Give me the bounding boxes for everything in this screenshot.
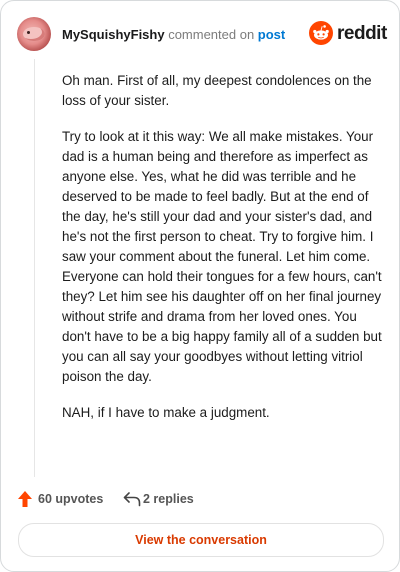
comment-footer: 60 upvotes 2 replies: [17, 489, 317, 511]
thread-line: [34, 59, 35, 477]
reddit-snoo-icon: [309, 21, 333, 45]
comment-card: MySquishyFishy commented on post reddit …: [0, 0, 400, 572]
comment-paragraph: Try to look at it this way: We all make …: [62, 129, 382, 384]
comment-paragraph: NAH, if I have to make a judgment.: [62, 405, 270, 420]
comment-header: MySquishyFishy commented on post reddit: [17, 17, 387, 51]
upvote-count: 60 upvotes: [38, 492, 104, 506]
avatar-eye: [27, 31, 30, 34]
username-link[interactable]: MySquishyFishy: [62, 27, 165, 42]
view-conversation-button[interactable]: View the conversation: [18, 523, 384, 557]
comment-body: Oh man. First of all, my deepest condole…: [62, 71, 382, 439]
comment-paragraph: Oh man. First of all, my deepest condole…: [62, 73, 372, 108]
user-avatar[interactable]: [17, 17, 51, 51]
reply-count[interactable]: 2 replies: [143, 492, 194, 506]
fish-avatar-icon: [23, 27, 45, 41]
reddit-brand[interactable]: reddit: [309, 21, 387, 47]
reply-arrow-icon[interactable]: [123, 491, 141, 507]
arrow-up-icon[interactable]: [17, 490, 33, 508]
comment-meta: MySquishyFishy commented on post: [62, 27, 285, 42]
post-link[interactable]: post: [258, 27, 285, 42]
reddit-wordmark: reddit: [337, 23, 387, 44]
commented-on-text: commented on: [164, 27, 258, 42]
